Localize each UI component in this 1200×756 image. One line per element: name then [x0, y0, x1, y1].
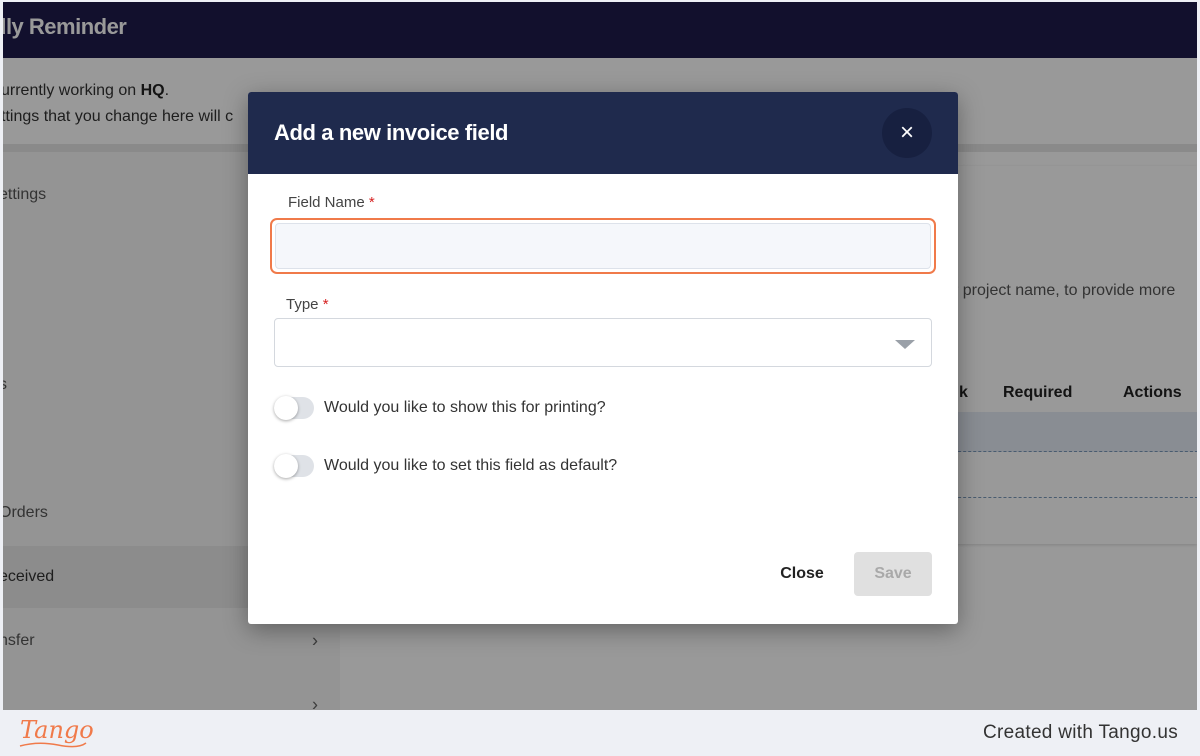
print-toggle-row: Would you like to show this for printing…: [274, 395, 606, 421]
dialog-title: Add a new invoice field: [274, 120, 509, 145]
show-for-printing-label: Would you like to show this for printing…: [324, 399, 606, 416]
logo-swash: [19, 742, 87, 748]
field-name-input[interactable]: [275, 223, 931, 269]
set-as-default-label: Would you like to set this field as defa…: [324, 457, 618, 474]
field-name-label-text: Field Name: [288, 194, 365, 211]
type-select[interactable]: [274, 318, 932, 367]
type-label-text: Type: [286, 296, 319, 313]
set-as-default-toggle[interactable]: [274, 454, 314, 478]
save-button[interactable]: Save: [854, 552, 932, 596]
created-with-credit: Created with Tango.us: [982, 722, 1178, 743]
close-icon[interactable]: ×: [882, 108, 932, 158]
required-asterisk: *: [368, 194, 375, 211]
tango-footer: Tango Created with Tango.us: [0, 710, 1200, 756]
add-invoice-field-dialog: Add a new invoice field × Field Name * T…: [248, 92, 958, 624]
close-button[interactable]: Close: [770, 552, 834, 596]
type-label: Type *: [286, 296, 329, 313]
toggle-knob: [274, 396, 298, 420]
default-toggle-row: Would you like to set this field as defa…: [274, 453, 617, 479]
dialog-header: Add a new invoice field ×: [248, 92, 958, 174]
toggle-knob: [274, 454, 298, 478]
field-name-focus-ring: [270, 218, 936, 274]
dropdown-caret-icon: [895, 340, 915, 349]
required-asterisk: *: [322, 296, 329, 313]
show-for-printing-toggle[interactable]: [274, 396, 314, 420]
field-name-label: Field Name *: [288, 194, 375, 211]
